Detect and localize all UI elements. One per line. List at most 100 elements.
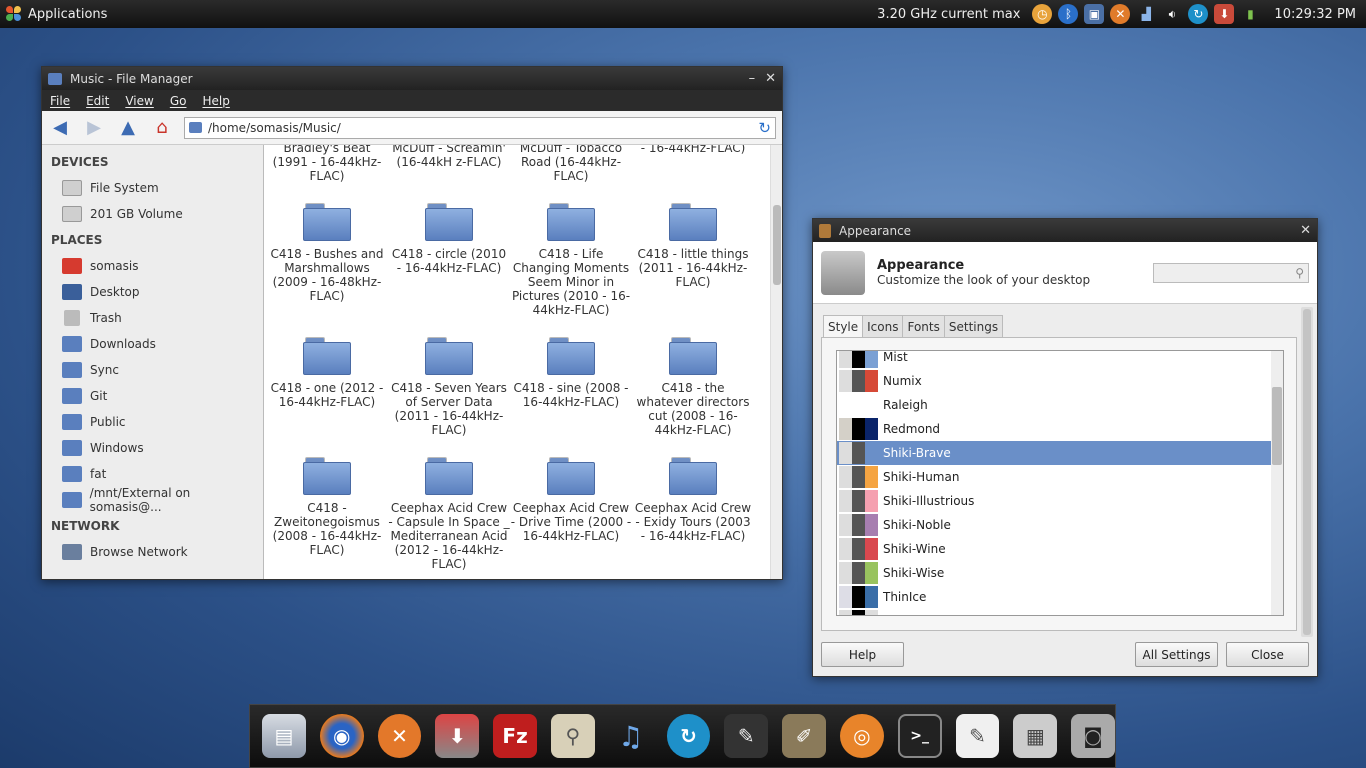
menu-go[interactable]: Go <box>170 94 187 108</box>
filezilla-icon[interactable]: Fz <box>493 714 537 758</box>
screenshot-icon[interactable]: ◙ <box>1071 714 1115 758</box>
theme-row[interactable]: Shiki-Brave <box>837 441 1271 465</box>
applications-menu[interactable]: Applications <box>0 6 107 22</box>
folder-item[interactable]: C418 - Seven Years of Server Data (2011 … <box>388 337 510 437</box>
folder-item[interactable]: C418 - Zweitonegoismus (2008 - 16-44kHz-… <box>266 457 388 557</box>
location-input[interactable] <box>208 120 753 135</box>
inkscape-icon[interactable]: ✎ <box>724 714 769 758</box>
menu-help[interactable]: Help <box>202 94 229 108</box>
tab-style[interactable]: Style <box>823 315 864 338</box>
bluetooth-icon[interactable]: ᛒ <box>1058 4 1079 24</box>
crossover-icon[interactable]: ✕ <box>377 714 422 758</box>
all-settings-button[interactable]: All Settings <box>1135 642 1218 667</box>
folder-item[interactable]: Ceephax Acid Crew - Capsule In Space _ M… <box>388 457 510 571</box>
file-manager-titlebar[interactable]: Music - File Manager – ✕ <box>42 67 782 90</box>
sidebar-item-home[interactable]: somasis <box>42 253 263 279</box>
gimp-icon[interactable]: ✐ <box>782 714 826 758</box>
sync-icon[interactable]: ↻ <box>666 714 711 758</box>
sidebar-item-public[interactable]: Public <box>42 409 263 435</box>
sync-icon[interactable]: ↻ <box>1188 4 1209 24</box>
tab-fonts[interactable]: Fonts <box>902 315 945 338</box>
sidebar-item-windows[interactable]: Windows <box>42 435 263 461</box>
folder-item[interactable]: McDuff - Tobacco Road (16-44kHz-FLAC) <box>510 145 632 183</box>
crossover-icon[interactable]: ✕ <box>1110 4 1131 24</box>
clock[interactable]: 10:29:32 PM <box>1274 7 1356 22</box>
theme-row[interactable]: ThinIce <box>837 585 1271 609</box>
text-editor-icon[interactable]: ✎ <box>955 714 1000 758</box>
battery-icon[interactable]: ▮ <box>1240 4 1260 24</box>
sidebar-item-sync[interactable]: Sync <box>42 357 263 383</box>
close-button[interactable]: Close <box>1226 642 1309 667</box>
appearance-titlebar[interactable]: Appearance ✕ <box>813 219 1317 242</box>
search-input[interactable]: ⚲ <box>1153 262 1309 283</box>
theme-row[interactable]: Mist <box>837 351 1271 369</box>
sidebar-item-git[interactable]: Git <box>42 383 263 409</box>
sidebar-item-volume[interactable]: 201 GB Volume <box>42 201 263 227</box>
folder-item[interactable]: C418 - little things (2011 - 16-44kHz-FL… <box>632 203 754 289</box>
folder-item[interactable]: McDuff - Screamin' (16-44kH z-FLAC) <box>388 145 510 169</box>
scrollbar-thumb[interactable] <box>1303 309 1311 635</box>
scrollbar-thumb[interactable] <box>1272 387 1282 465</box>
reload-icon[interactable]: ↻ <box>758 119 771 137</box>
theme-row[interactable]: Shiki-Illustrious <box>837 489 1271 513</box>
theme-row[interactable]: Shiki-Noble <box>837 513 1271 537</box>
folder-item[interactable]: C418 - sine (2008 - 16-44kHz-FLAC) <box>510 337 632 409</box>
file-grid-scrollbar[interactable] <box>770 145 782 579</box>
sidebar-item-fat[interactable]: fat <box>42 461 263 487</box>
theme-row[interactable]: Redmond <box>837 417 1271 441</box>
folder-item[interactable]: C418 - one (2012 - 16-44kHz-FLAC) <box>266 337 388 409</box>
volume-icon[interactable]: 🔉︎ <box>1162 4 1182 24</box>
installer-icon[interactable]: ⬇ <box>435 714 480 758</box>
theme-list: Xfce ThinIce Shiki-Wise Shiki-Wine Shiki-Nob… <box>836 350 1284 616</box>
home-icon[interactable]: ⌂ <box>150 116 174 140</box>
settings-manager-icon[interactable]: ▦ <box>1013 714 1058 758</box>
theme-row[interactable]: Shiki-Wise <box>837 561 1271 585</box>
theme-row[interactable]: Xfce <box>837 609 1271 615</box>
folder-item[interactable]: C418 - Life Changing Moments Seem Minor … <box>510 203 632 317</box>
file-manager-icon[interactable]: ▤ <box>262 714 306 758</box>
close-icon[interactable]: ✕ <box>765 71 776 86</box>
firefox-icon[interactable]: ◉ <box>319 714 364 758</box>
folder-item[interactable]: Bradley's Beat (1991 - 16-44kHz-FLAC) <box>266 145 388 183</box>
folder-item[interactable]: - 16-44kHz-FLAC) <box>632 145 754 155</box>
tab-settings[interactable]: Settings <box>943 315 1004 338</box>
folder-item[interactable]: C418 - Bushes and Marshmallows (2009 - 1… <box>266 203 388 303</box>
forward-arrow-icon[interactable]: ▶ <box>82 116 106 140</box>
theme-row[interactable]: Raleigh <box>837 393 1271 417</box>
theme-row[interactable]: Shiki-Wine <box>837 537 1271 561</box>
close-icon[interactable]: ✕ <box>1300 223 1311 238</box>
sidebar-item-external[interactable]: /mnt/External on somasis@... <box>42 486 263 514</box>
sidebar-item-downloads[interactable]: Downloads <box>42 331 263 357</box>
music-player-icon[interactable]: ♫ <box>609 714 653 758</box>
help-button[interactable]: Help <box>821 642 904 667</box>
minimize-button[interactable]: – <box>749 71 756 86</box>
signal-icon[interactable]: ▟ <box>1136 4 1156 24</box>
appearance-scrollbar[interactable] <box>1301 307 1313 637</box>
cpu-frequency[interactable]: 3.20 GHz current max <box>877 7 1020 22</box>
image-viewer-icon[interactable]: ⚲ <box>550 714 595 758</box>
tab-icons[interactable]: Icons <box>862 315 904 338</box>
theme-row[interactable]: Numix <box>837 369 1271 393</box>
network-icon[interactable]: ▣ <box>1084 4 1105 24</box>
folder-item[interactable]: C418 - the whatever directors cut (2008 … <box>632 337 754 437</box>
scrollbar-thumb[interactable] <box>773 205 781 285</box>
theme-list-scrollbar[interactable] <box>1271 351 1283 615</box>
folder-item[interactable]: Ceephax Acid Crew - Drive Time (2000 - 1… <box>510 457 632 543</box>
update-icon[interactable]: ⬇ <box>1214 4 1235 24</box>
blender-icon[interactable]: ◎ <box>839 714 884 758</box>
theme-row[interactable]: Shiki-Human <box>837 465 1271 489</box>
sidebar-item-trash[interactable]: Trash <box>42 305 263 331</box>
menu-view[interactable]: View <box>125 94 153 108</box>
sidebar-item-browse-network[interactable]: Browse Network <box>42 539 263 565</box>
back-arrow-icon[interactable]: ◀ <box>48 116 72 140</box>
sidebar-item-file-system[interactable]: File System <box>42 175 263 201</box>
folder-item[interactable]: C418 - circle (2010 - 16-44kHz-FLAC) <box>388 203 510 275</box>
sidebar-item-desktop[interactable]: Desktop <box>42 279 263 305</box>
terminal-icon[interactable]: >_ <box>897 714 942 758</box>
up-arrow-icon[interactable]: ▲ <box>116 116 140 140</box>
clock-icon[interactable]: ◷ <box>1032 4 1053 24</box>
folder-item[interactable]: Ceephax Acid Crew - Exidy Tours (2003 - … <box>632 457 754 543</box>
menu-edit[interactable]: Edit <box>86 94 109 108</box>
folder-label: Bradley's Beat (1991 - 16-44kHz-FLAC) <box>272 145 382 183</box>
menu-file[interactable]: File <box>50 94 70 108</box>
